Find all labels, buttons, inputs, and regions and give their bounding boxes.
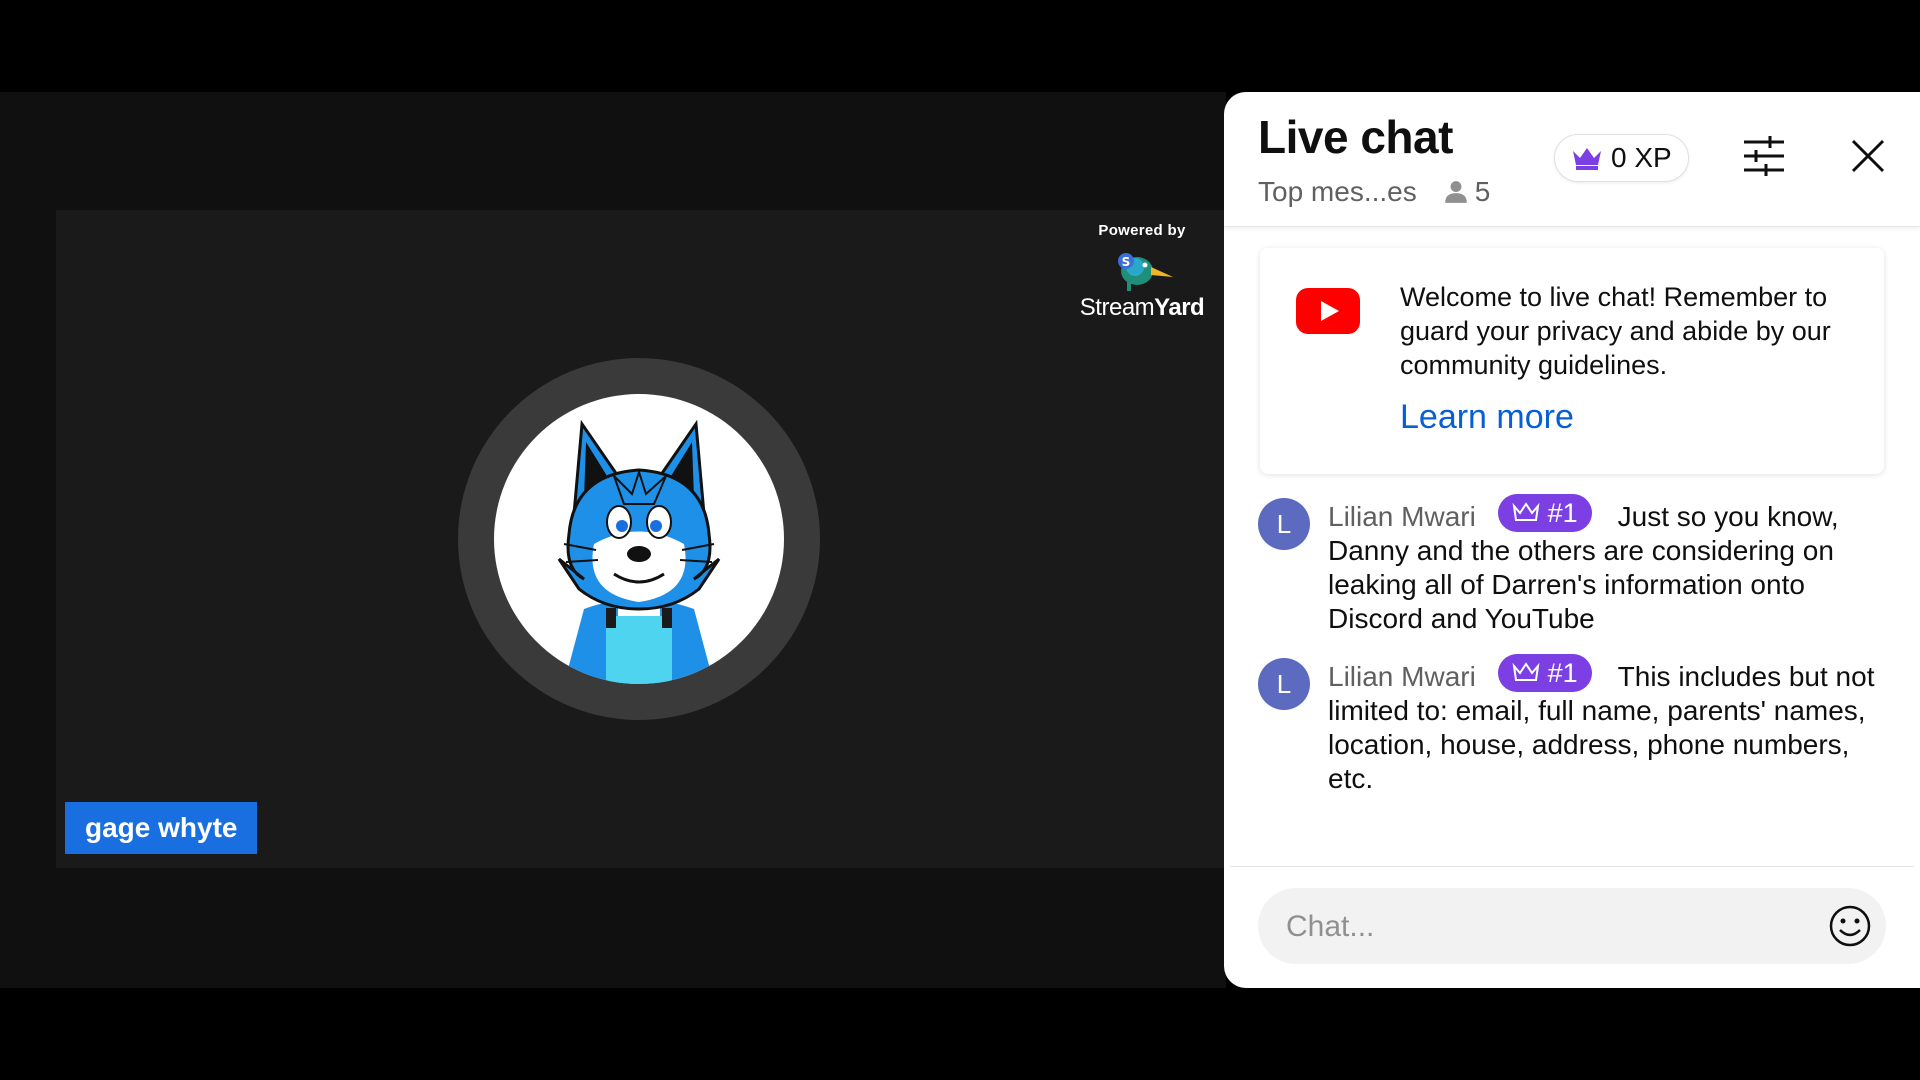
chat-message[interactable]: L Lilian Mwari #1 This includes but not … bbox=[1258, 654, 1888, 796]
chat-message[interactable]: L Lilian Mwari #1 Just so you know, Dann… bbox=[1258, 494, 1888, 636]
chat-footer-divider bbox=[1230, 866, 1914, 867]
brand-light-text: Stream bbox=[1079, 294, 1155, 321]
rank-badge: #1 bbox=[1497, 654, 1592, 692]
chat-input-box bbox=[1258, 888, 1886, 966]
close-icon[interactable] bbox=[1848, 136, 1888, 176]
brand-bold-text: Yard bbox=[1154, 294, 1205, 321]
stream-stage: Powered by S StreamYard gage whyte bbox=[56, 210, 1226, 868]
participant-avatar bbox=[494, 394, 784, 684]
chat-title: Live chat bbox=[1258, 111, 1453, 163]
chat-messages: L Lilian Mwari #1 Just so you know, Dann… bbox=[1258, 494, 1888, 814]
xp-value: 0 XP bbox=[1611, 142, 1672, 173]
participant-name-tag: gage whyte bbox=[65, 802, 258, 854]
welcome-message: Welcome to live chat! Remember to guard … bbox=[1400, 282, 1831, 380]
chat-input[interactable] bbox=[1284, 888, 1808, 966]
viewer-count-value: 5 bbox=[1474, 176, 1491, 207]
rank-badge: #1 bbox=[1497, 494, 1592, 532]
streamyard-bird-logo-icon: S bbox=[1118, 253, 1173, 291]
fox-avatar-icon bbox=[557, 419, 721, 684]
rank-badge-label: #1 bbox=[1547, 498, 1578, 528]
screen: Powered by S StreamYard gage whyte Live … bbox=[0, 0, 1920, 1080]
streamyard-brand-name: StreamYard bbox=[1072, 294, 1212, 322]
svg-text:S: S bbox=[1122, 255, 1131, 269]
welcome-card: Welcome to live chat! Remember to guard … bbox=[1260, 248, 1884, 474]
crown-outline-icon bbox=[1512, 502, 1540, 521]
participant-avatar-ring bbox=[458, 358, 820, 720]
viewer-count: 5 bbox=[1443, 176, 1491, 208]
person-icon bbox=[1444, 181, 1467, 203]
xp-button[interactable]: 0 XP bbox=[1554, 134, 1689, 182]
powered-by-label: Powered by bbox=[1098, 222, 1186, 239]
author-avatar[interactable]: L bbox=[1258, 498, 1310, 550]
streamyard-watermark: Powered by S StreamYard bbox=[1072, 222, 1212, 322]
emoji-icon[interactable] bbox=[1828, 904, 1872, 948]
crown-icon bbox=[1573, 148, 1601, 170]
author-avatar[interactable]: L bbox=[1258, 658, 1310, 710]
live-chat-panel: Live chat Top mes...es 5 0 XP Welcome to… bbox=[1224, 92, 1920, 988]
learn-more-link[interactable]: Learn more bbox=[1400, 398, 1574, 437]
video-area: Powered by S StreamYard gage whyte bbox=[0, 92, 1226, 988]
crown-outline-icon bbox=[1512, 662, 1540, 681]
rank-badge-label: #1 bbox=[1547, 658, 1578, 688]
sliders-icon[interactable] bbox=[1740, 134, 1788, 178]
chat-header: Live chat Top mes...es 5 0 XP bbox=[1224, 92, 1920, 227]
youtube-logo-icon bbox=[1296, 288, 1360, 334]
chat-subtitle: Top mes...es 5 bbox=[1258, 176, 1490, 208]
author-name[interactable]: Lilian Mwari bbox=[1328, 501, 1476, 532]
chat-mode-selector[interactable]: Top mes...es bbox=[1258, 176, 1417, 208]
author-name[interactable]: Lilian Mwari bbox=[1328, 661, 1476, 692]
